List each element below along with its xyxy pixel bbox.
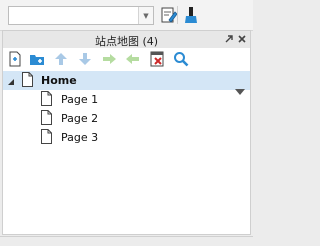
- close-icon[interactable]: [236, 33, 248, 45]
- toolbar-separator: [177, 6, 178, 24]
- tree-item-page-2[interactable]: Page 2: [3, 109, 250, 128]
- delete-page-icon[interactable]: [149, 51, 165, 67]
- brush-icon[interactable]: [182, 5, 200, 25]
- page-icon: [41, 129, 52, 144]
- tree-item-label: Page 3: [61, 131, 99, 144]
- move-up-icon[interactable]: [53, 51, 69, 67]
- tree-item-home[interactable]: Home: [3, 71, 250, 90]
- pin-icon[interactable]: [223, 33, 235, 45]
- expand-triangle-icon[interactable]: [7, 76, 15, 85]
- dropdown-arrow-icon[interactable]: ▼: [138, 7, 153, 24]
- move-down-icon[interactable]: [77, 51, 93, 67]
- tree-item-label: Page 1: [61, 93, 99, 106]
- sitemap-toolbar: [3, 48, 250, 70]
- panel-title: 站点地图 (4): [94, 35, 159, 48]
- page-combo-box[interactable]: ▼: [8, 6, 154, 25]
- top-toolbar: ▼: [0, 0, 253, 31]
- page-edit-icon[interactable]: [160, 5, 178, 25]
- search-icon[interactable]: [173, 51, 189, 67]
- tree-item-label: Home: [41, 74, 77, 87]
- add-page-icon[interactable]: [7, 51, 23, 67]
- sitemap-panel: 站点地图 (4) Home Page 1 Page 2 Page 3: [2, 30, 251, 235]
- add-folder-icon[interactable]: [29, 51, 45, 67]
- tree-item-label: Page 2: [61, 112, 99, 125]
- outdent-icon[interactable]: [125, 51, 141, 67]
- tree-item-page-3[interactable]: Page 3: [3, 128, 250, 147]
- page-icon: [41, 110, 52, 125]
- page-icon: [22, 72, 33, 87]
- page-icon: [41, 91, 52, 106]
- indent-icon[interactable]: [101, 51, 117, 67]
- tree-item-page-1[interactable]: Page 1: [3, 90, 250, 109]
- sitemap-panel-header: 站点地图 (4): [3, 31, 250, 49]
- sitemap-tree: Home Page 1 Page 2 Page 3: [3, 71, 250, 147]
- chevron-down-icon[interactable]: [235, 86, 245, 95]
